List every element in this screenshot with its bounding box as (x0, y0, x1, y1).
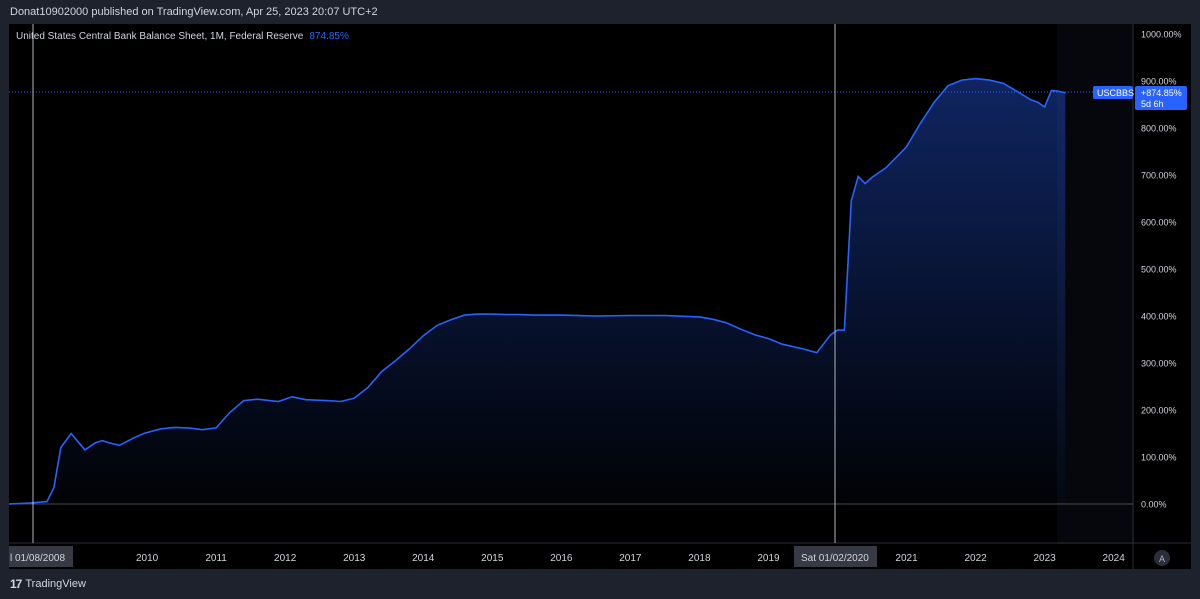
y-tick-label: 100.00% (1141, 453, 1177, 463)
x-tick-label: 2023 (1034, 553, 1057, 564)
future-area (1057, 24, 1134, 544)
crosshair-time-text-left: l 01/08/2008 (10, 553, 65, 564)
auto-scale-button[interactable]: A (1154, 550, 1170, 566)
x-tick-label: 2018 (688, 553, 711, 564)
x-tick-label: 2019 (757, 553, 780, 564)
x-tick-label: 2016 (550, 553, 573, 564)
tradingview-logo[interactable]: 17 TradingView (10, 577, 86, 591)
y-tick-label: 700.00% (1141, 171, 1177, 181)
price-label-change: +874.85% (1141, 88, 1182, 98)
y-tick-label: 400.00% (1141, 312, 1177, 322)
x-tick-label: 2011 (205, 553, 227, 564)
x-tick-label: 2021 (895, 553, 918, 564)
x-tick-label: 2024 (1103, 553, 1126, 564)
time-axis[interactable]: 2010 2011 2012 2013 2014 2015 2016 2017 2018 2019… (136, 553, 1125, 564)
x-tick-label: 2013 (343, 553, 366, 564)
x-tick-label: 2022 (964, 553, 987, 564)
auto-scale-label: A (1159, 554, 1165, 564)
crosshair-time-label-left: l 01/08/2008 (9, 546, 73, 567)
footer-bar: 17 TradingView (0, 569, 1200, 599)
y-tick-label: 500.00% (1141, 265, 1177, 275)
y-tick-label: 0.00% (1141, 500, 1167, 510)
y-tick-label: 1000.00% (1141, 30, 1182, 40)
x-tick-label: 2015 (481, 553, 504, 564)
price-label-countdown: 5d 6h (1141, 99, 1164, 109)
y-tick-label: 900.00% (1141, 77, 1177, 87)
price-label-symbol: USCBBS (1097, 88, 1134, 98)
legend-title: United States Central Bank Balance Sheet… (16, 31, 304, 42)
tradingview-brand: TradingView (25, 578, 86, 590)
x-tick-label: 2017 (619, 553, 642, 564)
tradingview-logo-icon: 17 (10, 577, 22, 591)
y-tick-label: 800.00% (1141, 124, 1177, 134)
crosshair-time-text-right: Sat 01/02/2020 (801, 553, 869, 564)
legend-value: 874.85% (309, 31, 349, 42)
y-tick-label: 300.00% (1141, 359, 1177, 369)
y-tick-label: 200.00% (1141, 406, 1177, 416)
series-area (9, 78, 1066, 504)
y-tick-label: 600.00% (1141, 218, 1177, 228)
x-tick-label: 2010 (136, 553, 159, 564)
x-tick-label: 2014 (412, 553, 435, 564)
x-tick-label: 2012 (274, 553, 297, 564)
chart-svg[interactable]: 0.00% 100.00% 200.00% 300.00% 400.00% 500.00%… (0, 0, 1200, 599)
crosshair-time-label-right: Sat 01/02/2020 (794, 546, 877, 567)
